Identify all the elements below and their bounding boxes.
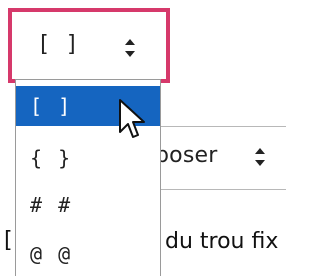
background-select-label: poser [155,143,218,168]
updown-chevron-icon [125,39,135,57]
delimiter-select-value: [ ] [37,32,80,57]
mouse-pointer-icon [119,99,145,138]
updown-chevron-icon [255,148,265,166]
dropdown-option-at-signs[interactable]: @ @ [16,234,160,274]
background-bracket-text: [ [4,228,13,253]
background-text: du trou fix [165,229,279,254]
dropdown-option-hashes[interactable]: # # [16,185,160,225]
dropdown-option-curly-braces[interactable]: { } [16,138,160,178]
delimiter-select[interactable] [8,8,170,83]
